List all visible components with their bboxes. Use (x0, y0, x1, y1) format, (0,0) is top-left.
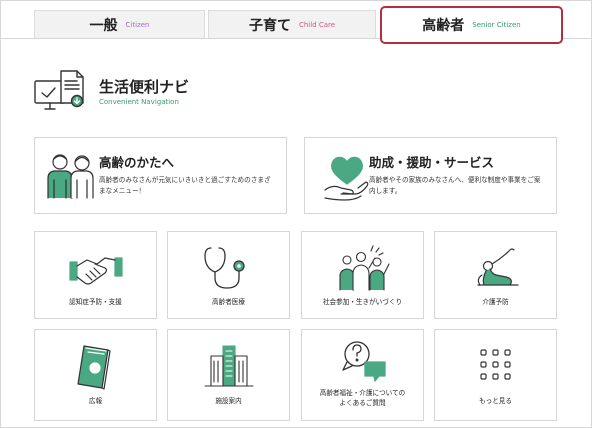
menu-card-label: 高齢者医療 (212, 298, 245, 306)
tab-citizen[interactable]: 一般 Citizen (34, 10, 205, 38)
feature-card-title: 助成・援助・サービス (369, 155, 495, 170)
feature-card-title: 高齢のかたへ (99, 155, 175, 170)
handshake-icon (68, 257, 123, 285)
menu-card-label: 広報 (88, 397, 103, 405)
menu-card-public-relations[interactable]: 広報 (34, 329, 157, 421)
tab-sublabel: Citizen (125, 20, 150, 29)
tab-sublabel: Child Care (298, 20, 336, 29)
category-tabs: 一般 Citizen 子育て Child Care 高齢者 Senior Cit… (0, 0, 592, 44)
stretching-person-icon (476, 248, 519, 286)
feature-card-description: 高齢者のみなさんが元気にいきいきと過ごすためのさまざまなメニュー！ (99, 176, 271, 195)
people-cheering-icon (338, 245, 390, 291)
menu-card-label: 介護予防 (482, 298, 509, 306)
stethoscope-icon (203, 247, 245, 289)
menu-card-label-line: 高齢者福祉・介護についての (319, 389, 406, 397)
heart-in-hand-icon (324, 156, 369, 201)
tab-senior-citizen[interactable]: 高齢者 Senior Citizen (380, 6, 563, 44)
menu-card-dementia[interactable]: 認知症予防・支援 (34, 231, 157, 319)
menu-card-label: 認知症予防・支援 (69, 298, 122, 306)
menu-card-label: 施設案内 (215, 397, 242, 405)
menu-card-see-more[interactable]: もっと見る (434, 329, 557, 421)
tab-label: 高齢者 (422, 18, 465, 34)
menu-card-faq[interactable]: 高齢者福祉・介護についての よくあるご質問 (301, 329, 424, 421)
page-title: 生活便利ナビ (99, 78, 190, 96)
tab-child-care[interactable]: 子育て Child Care (208, 10, 376, 38)
menu-card-facilities[interactable]: 施設案内 (167, 329, 290, 421)
menu-card-care-prevention[interactable]: 介護予防 (434, 231, 557, 319)
buildings-icon (203, 345, 254, 387)
menu-card-label-line: よくあるご質問 (339, 399, 386, 407)
feature-card-support-services[interactable]: 助成・援助・サービス 高齢者やその家族のみなさんへ、便利な制度や事業をご案内しま… (304, 137, 557, 214)
grid-dots-icon (479, 349, 511, 380)
tab-label: 子育て (248, 17, 291, 34)
elderly-couple-icon (47, 154, 94, 199)
feature-card-description: 高齢者やその家族のみなさんへ、便利な制度や事業をご案内します。 (369, 176, 541, 195)
tab-label: 一般 (89, 17, 118, 34)
page-subtitle: Convenient Navigation (99, 98, 179, 106)
menu-card-label: 社会参加・生きがいづくり (322, 298, 403, 306)
question-chat-icon (341, 341, 386, 382)
menu-card-label: もっと見る (479, 397, 512, 405)
feature-card-for-seniors[interactable]: 高齢のかたへ 高齢者のみなさんが元気にいきいきと過ごすためのさまざまなメニュー！ (34, 137, 287, 214)
menu-card-social-participation[interactable]: 社会参加・生きがいづくり (301, 231, 424, 319)
computer-document-icon (34, 70, 84, 110)
tab-sublabel: Senior Citizen (472, 21, 521, 29)
menu-card-label: 高齢者福祉・介護についての よくあるご質問 (302, 388, 423, 408)
menu-card-senior-medical[interactable]: 高齢者医療 (167, 231, 290, 319)
magazine-icon (76, 345, 111, 390)
